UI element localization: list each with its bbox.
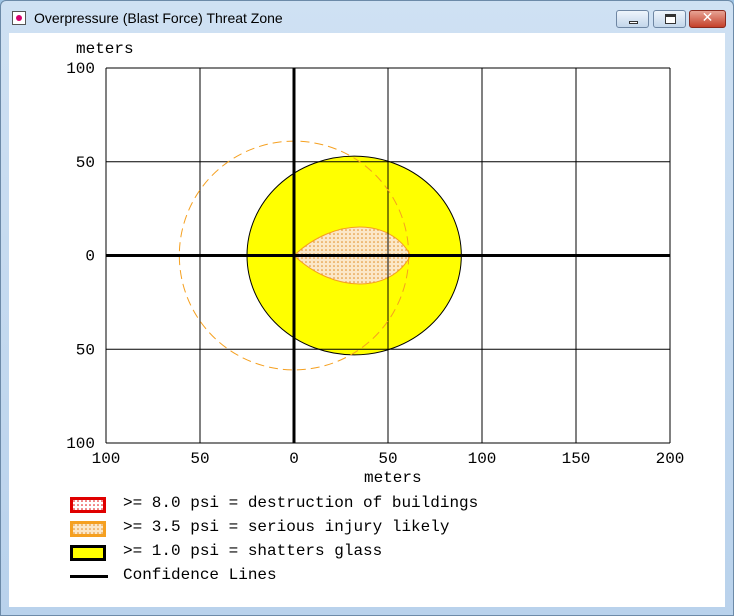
minimize-icon: [629, 21, 638, 24]
title-bar[interactable]: Overpressure (Blast Force) Threat Zone ✕: [1, 1, 733, 33]
maximize-icon: [665, 14, 676, 24]
y-tick-label: 100: [66, 60, 95, 78]
legend-label-3-5psi: >= 3.5 psi = serious injury likely: [123, 518, 450, 536]
y-tick-label: 50: [76, 154, 95, 172]
y-tick-label: 50: [76, 341, 95, 359]
y-tick-label: 100: [66, 435, 95, 453]
x-tick-label: 100: [468, 450, 497, 468]
y-axis-unit-label: meters: [76, 40, 134, 58]
x-tick-label: 50: [378, 450, 397, 468]
x-tick-label: 0: [289, 450, 299, 468]
close-button[interactable]: ✕: [689, 10, 726, 28]
x-tick-label: 50: [190, 450, 209, 468]
maximize-button[interactable]: [653, 10, 686, 28]
legend-label-8psi: >= 8.0 psi = destruction of buildings: [123, 494, 479, 512]
close-icon: ✕: [701, 10, 714, 26]
x-axis-unit-label: meters: [364, 469, 422, 487]
window-title: Overpressure (Blast Force) Threat Zone: [34, 10, 283, 26]
legend-swatch-8psi: [70, 497, 106, 513]
minimize-button[interactable]: [616, 10, 649, 28]
x-tick-label: 200: [656, 450, 685, 468]
legend-swatch-1psi: [70, 545, 106, 561]
legend-swatch-confidence-line: [70, 575, 108, 578]
x-tick-label: 100: [92, 450, 121, 468]
y-tick-label: 0: [85, 248, 95, 266]
app-icon[interactable]: [12, 11, 26, 25]
x-tick-label: 150: [562, 450, 591, 468]
plot-area: meters meters 100 50 0 50 100 150 200 100 50 0 50…: [9, 33, 725, 607]
legend-label-1psi: >= 1.0 psi = shatters glass: [123, 542, 383, 560]
threat-zone-window: Overpressure (Blast Force) Threat Zone ✕…: [0, 0, 734, 616]
legend-swatch-3-5psi: [70, 521, 106, 537]
legend-label-confidence: Confidence Lines: [123, 566, 277, 584]
